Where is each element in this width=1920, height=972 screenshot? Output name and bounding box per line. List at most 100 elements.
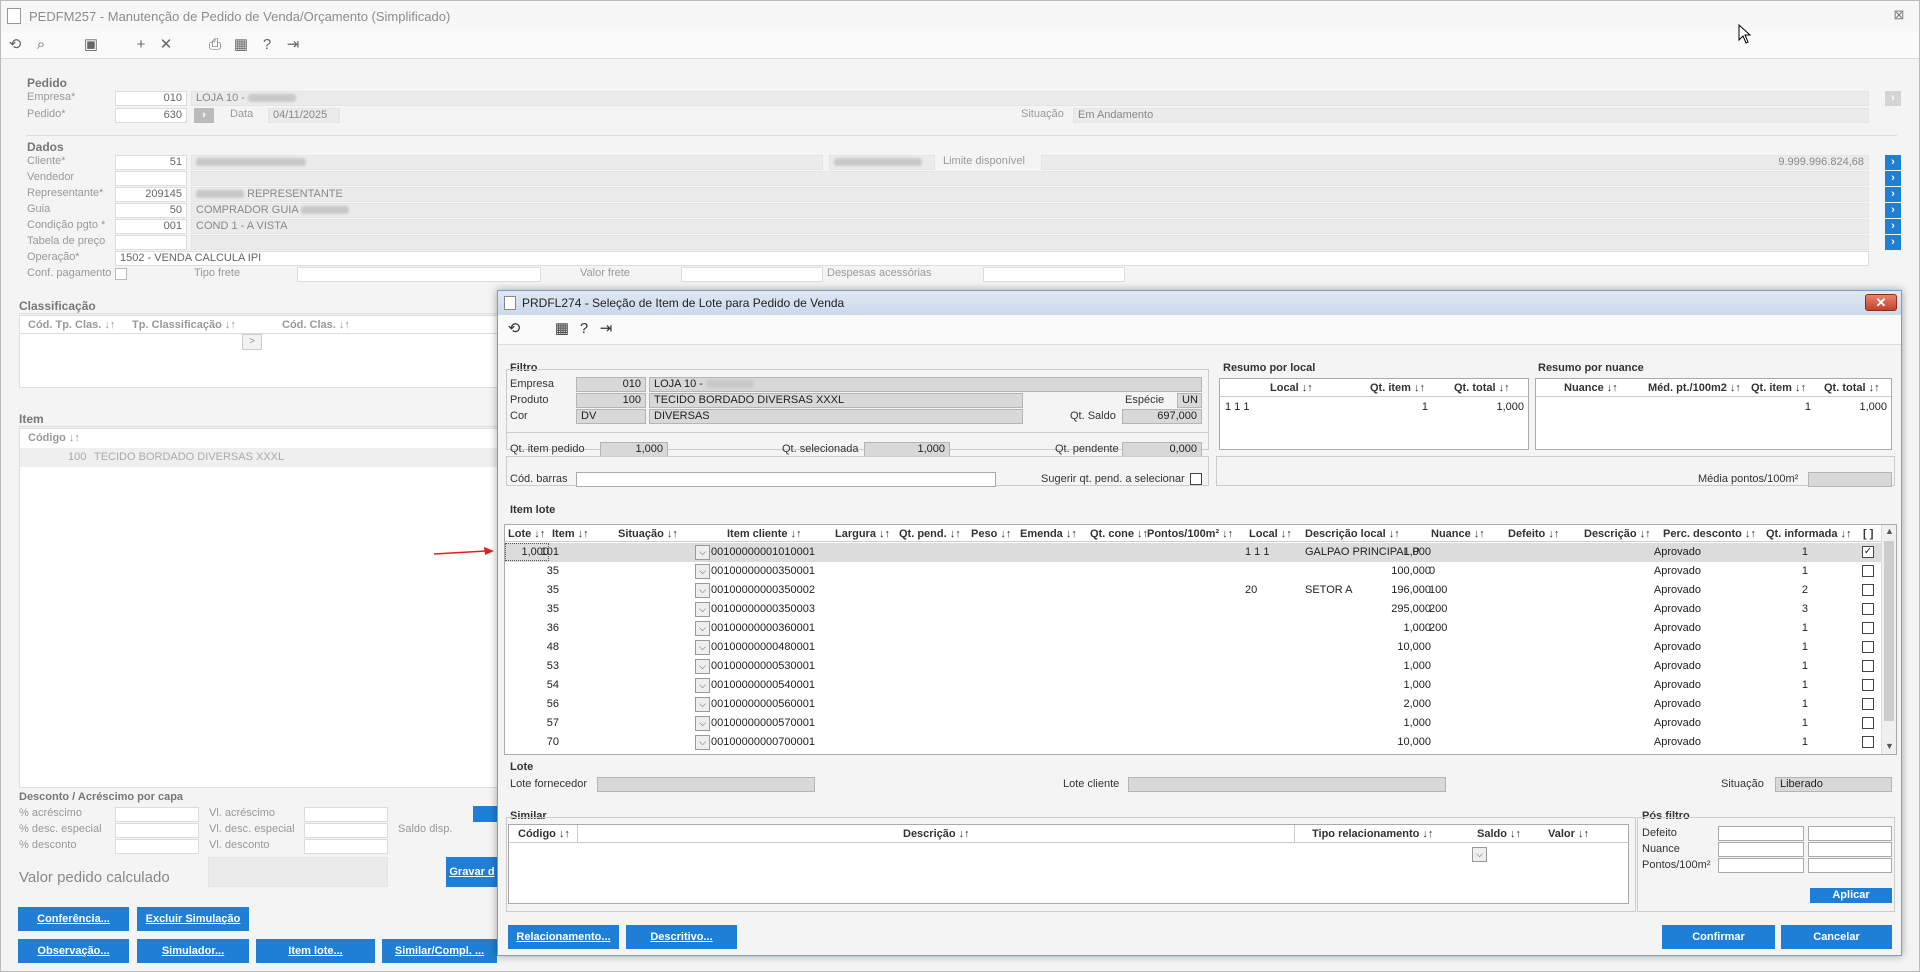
col-header[interactable]: Item ↓↑ (552, 528, 589, 540)
main-close-button[interactable]: ⊠ (1891, 8, 1907, 22)
situacao-dropdown[interactable]: ⌵ (695, 678, 710, 693)
col-header[interactable]: Descrição local ↓↑ (1305, 528, 1400, 540)
valor-frete-field[interactable] (681, 267, 823, 282)
delete-icon[interactable]: ✕ (156, 35, 176, 55)
situacao-dropdown[interactable]: ⌵ (695, 602, 710, 617)
vl-desconto-field[interactable] (304, 839, 388, 854)
table-row[interactable]: 57 1 Aprovado 00100000000570001 1,000 ⌵ (505, 714, 1881, 733)
row-select-checkbox[interactable] (1862, 679, 1874, 691)
empresa-code-field[interactable]: 010 (115, 91, 187, 106)
simulador-button[interactable]: Simulador... (137, 939, 249, 963)
col-header[interactable]: Local ↓↑ (1270, 382, 1313, 394)
table-row[interactable]: 35 3 Aprovado 00100000000350003 295,000 200 ⌵ (505, 600, 1881, 619)
col-header[interactable]: Perc. desconto ↓↑ (1663, 528, 1756, 540)
desc-especial-field[interactable] (115, 823, 199, 838)
table-row[interactable]: 48 1 Aprovado 00100000000480001 10,000 ⌵ (505, 638, 1881, 657)
nuance-from-field[interactable] (1718, 842, 1804, 857)
help-icon[interactable]: ? (574, 319, 594, 339)
row-select-checkbox[interactable] (1862, 565, 1874, 577)
col-header[interactable]: Qt. pend. ↓↑ (899, 528, 961, 540)
col-header[interactable]: Descrição ↓↑ (1584, 528, 1651, 540)
table-row[interactable]: 721Bloqueado00112121212211,00010,0003INS… (505, 752, 1881, 754)
aplicar-button[interactable]: Aplicar (1810, 888, 1892, 903)
col-header[interactable]: [ ] (1863, 528, 1873, 540)
cancelar-button[interactable]: Cancelar (1781, 925, 1892, 949)
col-header[interactable]: Largura ↓↑ (835, 528, 890, 540)
col-header[interactable]: Nuance ↓↑ (1431, 528, 1485, 540)
tipo-frete-select[interactable] (297, 267, 541, 282)
refresh-icon[interactable]: ⟲ (5, 35, 25, 55)
row-select-checkbox[interactable] (1862, 698, 1874, 710)
exit-icon[interactable]: ⇥ (596, 319, 616, 339)
table-row[interactable]: 54 1 Aprovado 00100000000540001 1,000 ⌵ (505, 676, 1881, 695)
col-header[interactable]: Cód. Tp. Clas. ↓↑ (28, 319, 115, 331)
col-header[interactable]: Nuance ↓↑ (1564, 382, 1618, 394)
col-header[interactable]: Descrição ↓↑ (903, 828, 970, 840)
table-row[interactable]: 35 1 Aprovado 00100000000350001 100,000 0 ⌵ (505, 562, 1881, 581)
situacao-dropdown[interactable]: ⌵ (695, 621, 710, 636)
resumo-nuance-row[interactable]: 1 1,000 (1536, 398, 1891, 416)
descritivo-button[interactable]: Descritivo... (626, 925, 737, 949)
row-select-checkbox[interactable] (1862, 660, 1874, 672)
search-icon[interactable]: ⌕ (31, 35, 51, 55)
acrescimo-field[interactable] (115, 807, 199, 822)
exit-icon[interactable]: ⇥ (283, 35, 303, 55)
save-icon[interactable]: ▣ (81, 35, 101, 55)
situacao-dropdown[interactable]: ⌵ (695, 583, 710, 598)
pedido-field[interactable]: 630 (115, 108, 187, 123)
empresa-expand-button[interactable]: › (1885, 91, 1901, 106)
row-select-checkbox[interactable] (1862, 603, 1874, 615)
col-header[interactable]: Tipo relacionamento ↓↑ (1312, 828, 1433, 840)
representante-code-field[interactable]: 209145 (115, 187, 187, 202)
row-select-checkbox[interactable] (1862, 717, 1874, 729)
classificacao-expand-button[interactable]: > (242, 334, 262, 350)
col-header[interactable]: Emenda ↓↑ (1020, 528, 1077, 540)
guia-expand-button[interactable]: › (1885, 203, 1901, 218)
item-lote-button[interactable]: Item lote... (256, 939, 375, 963)
vl-desc-especial-field[interactable] (304, 823, 388, 838)
table-row[interactable]: 70 1 Aprovado 00100000000700001 10,000 ⌵ (505, 733, 1881, 752)
row-select-checkbox[interactable]: ✓ (1862, 546, 1874, 558)
situacao-dropdown[interactable]: ⌵ (695, 716, 710, 731)
col-header[interactable]: Local ↓↑ (1249, 528, 1292, 540)
vendedor-code-field[interactable] (115, 171, 187, 186)
col-header[interactable]: Qt. item ↓↑ (1751, 382, 1806, 394)
col-header[interactable]: Cód. Clas. ↓↑ (282, 319, 350, 331)
table-row[interactable]: 53 1 Aprovado 00100000000530001 1,000 ⌵ (505, 657, 1881, 676)
condicao-code-field[interactable]: 001 (115, 219, 187, 234)
col-header[interactable]: Valor ↓↑ (1548, 828, 1589, 840)
representante-expand-button[interactable]: › (1885, 187, 1901, 202)
col-header[interactable]: Qt. item ↓↑ (1370, 382, 1425, 394)
table-row[interactable]: 56 1 Aprovado 00100000000560001 2,000 ⌵ (505, 695, 1881, 714)
table-row[interactable]: 101 1 Aprovado 00100000001010001 1,000 1 1 1G… (505, 543, 1881, 562)
condicao-expand-button[interactable]: › (1885, 219, 1901, 234)
col-header[interactable]: Saldo ↓↑ (1477, 828, 1521, 840)
operacao-select[interactable]: 1502 - VENDA CALCULA IPI (115, 251, 1869, 266)
refresh-icon[interactable]: ⟲ (504, 319, 524, 339)
cliente-expand-button[interactable]: › (1885, 155, 1901, 170)
situacao-dropdown[interactable]: ⌵ (695, 735, 710, 750)
conferencia-button[interactable]: Conferência... (18, 907, 129, 931)
vendedor-expand-button[interactable]: › (1885, 171, 1901, 186)
col-header[interactable]: Código ↓↑ (518, 828, 570, 840)
resumo-local-row[interactable]: 1 1 1 1 1,000 (1220, 398, 1528, 416)
row-select-checkbox[interactable] (1862, 736, 1874, 748)
item-lote-scrollbar[interactable]: ▲ ▼ (1881, 525, 1896, 754)
defeito-to-field[interactable] (1808, 826, 1892, 841)
situacao-dropdown[interactable]: ⌵ (695, 697, 710, 712)
pedido-next-button[interactable]: › (194, 108, 214, 123)
gravar-button[interactable]: Gravar d (446, 857, 498, 887)
tabela-expand-button[interactable]: › (1885, 235, 1901, 250)
scroll-thumb[interactable] (1884, 541, 1894, 721)
col-header[interactable]: Peso ↓↑ (971, 528, 1011, 540)
col-header[interactable]: Qt. informada ↓↑ (1766, 528, 1852, 540)
pontos-to-field[interactable] (1808, 858, 1892, 873)
desconto-field[interactable] (115, 839, 199, 854)
pontos-from-field[interactable] (1718, 858, 1804, 873)
saldo-button[interactable] (473, 806, 498, 822)
situacao-dropdown[interactable]: ⌵ (695, 659, 710, 674)
table-row[interactable]: 36 1 Aprovado 00100000000360001 1,000 200 ⌵ (505, 619, 1881, 638)
defeito-from-field[interactable] (1718, 826, 1804, 841)
excluir-simulacao-button[interactable]: Excluir Simulação (137, 907, 249, 931)
nuance-to-field[interactable] (1808, 842, 1892, 857)
